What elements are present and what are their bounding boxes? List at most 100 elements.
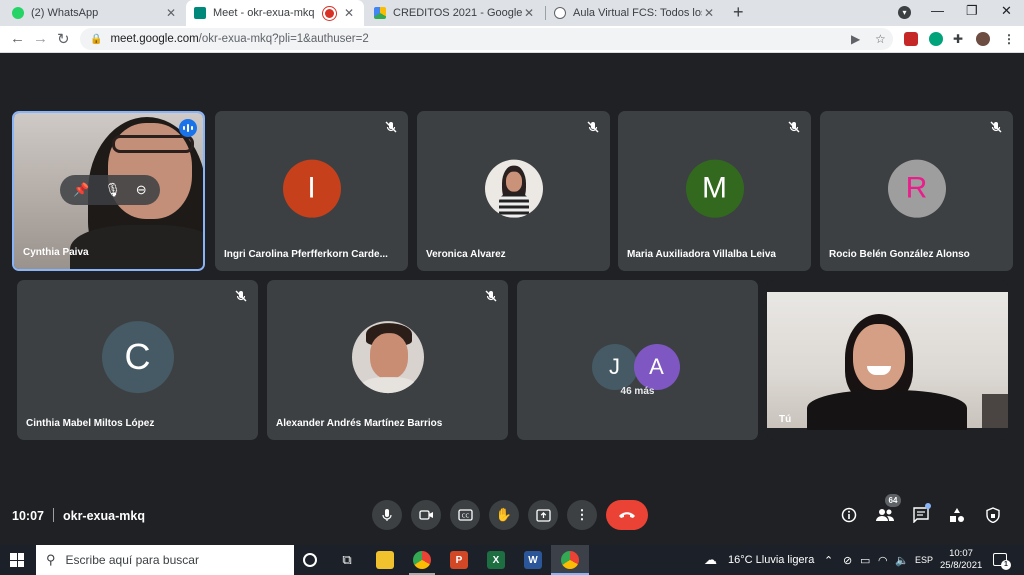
- participant-tile[interactable]: Veronica Alvarez: [417, 111, 610, 271]
- microphone-button[interactable]: [372, 500, 402, 530]
- clock-time: 10:07: [949, 548, 973, 559]
- windows-start-icon[interactable]: [10, 553, 24, 567]
- tab-whatsapp[interactable]: (2) WhatsApp ✕: [4, 0, 186, 26]
- weather-text[interactable]: 16°C Lluvia ligera: [728, 554, 814, 566]
- language-indicator[interactable]: ESP: [915, 555, 933, 565]
- whatsapp-icon: [12, 7, 24, 19]
- participant-tile[interactable]: Alexander Andrés Martínez Barrios: [267, 280, 508, 440]
- present-screen-button[interactable]: [528, 500, 558, 530]
- tab-google-drive[interactable]: CREDITOS 2021 - Google Drive ✕: [366, 0, 544, 26]
- more-participants-avatars: J A: [588, 344, 688, 392]
- participant-avatar: C: [101, 321, 174, 394]
- powerpoint-icon[interactable]: P: [450, 551, 468, 569]
- taskbar-clock[interactable]: 10:07 25/8/2021: [940, 548, 982, 572]
- participant-tile[interactable]: C Cinthia Mabel Miltos López: [17, 280, 258, 440]
- address-bar[interactable]: 🔒 meet.google.com/okr-exua-mkq?pli=1&aut…: [80, 28, 893, 50]
- chevron-up-icon[interactable]: ⌃: [824, 554, 833, 567]
- present-screen-icon: [535, 508, 551, 522]
- excel-icon[interactable]: X: [487, 551, 505, 569]
- participant-tile[interactable]: I Ingri Carolina Pferfferkorn Carde...: [215, 111, 408, 271]
- close-tab-icon[interactable]: ✕: [164, 6, 178, 20]
- mic-off-icon: [990, 121, 1002, 133]
- lock-icon[interactable]: 🔒: [90, 34, 102, 45]
- more-participants-label: 46 más: [620, 386, 655, 397]
- url-domain: meet.google.com: [110, 33, 199, 45]
- google-drive-icon: [374, 7, 386, 19]
- more-options-button[interactable]: ⋮: [567, 500, 597, 530]
- word-icon[interactable]: W: [524, 551, 542, 569]
- extension-red-icon[interactable]: [904, 32, 918, 46]
- chrome-active-icon[interactable]: [561, 551, 579, 569]
- activities-button[interactable]: [947, 505, 967, 525]
- reload-icon[interactable]: ↻: [57, 30, 70, 48]
- participant-tile[interactable]: M Maria Auxiliadora Villalba Leiva: [618, 111, 811, 271]
- extension-check-icon[interactable]: [929, 32, 943, 46]
- self-view-tile[interactable]: Tú: [767, 280, 1008, 440]
- meeting-details: 10:07 okr-exua-mkq: [12, 508, 145, 523]
- profile-avatar[interactable]: [976, 32, 990, 46]
- clock-date: 25/8/2021: [940, 560, 983, 571]
- minimize-button[interactable]: —: [931, 3, 944, 18]
- new-tab-button[interactable]: +: [733, 2, 744, 23]
- wifi-icon[interactable]: ◠: [878, 554, 888, 567]
- forward-icon[interactable]: →: [33, 30, 48, 47]
- close-tab-icon[interactable]: ✕: [522, 6, 536, 20]
- pin-icon[interactable]: 📌: [73, 182, 89, 198]
- volume-icon[interactable]: 🔈: [895, 554, 909, 567]
- camera-in-use-icon[interactable]: ▶: [851, 32, 860, 46]
- self-name-label: Tú: [779, 414, 792, 425]
- taskbar-search-box[interactable]: ⚲ Escribe aquí para buscar: [36, 545, 294, 575]
- back-icon[interactable]: ←: [10, 30, 25, 47]
- battery-icon[interactable]: ▭: [860, 554, 870, 567]
- participant-tile-cynthia-paiva[interactable]: 📌 🎙 ⊖ Cynthia Paiva: [12, 111, 205, 271]
- chrome-icon[interactable]: [413, 551, 431, 569]
- shield-lock-icon: [986, 507, 1000, 523]
- extensions-puzzle-icon[interactable]: ✚: [953, 32, 963, 46]
- people-icon: [876, 509, 894, 521]
- mic-off-icon: [587, 121, 599, 133]
- meeting-time: 10:07: [12, 509, 44, 523]
- tab-meet[interactable]: Meet - okr-exua-mkq ✕: [186, 0, 364, 26]
- host-controls-button[interactable]: [983, 505, 1003, 525]
- tab-title: Aula Virtual FCS: Todos los cursos: [573, 7, 702, 19]
- meeting-info-button[interactable]: [839, 505, 859, 525]
- mic-off-icon: [385, 121, 397, 133]
- tab-search-icon[interactable]: ▾: [898, 6, 911, 19]
- camera-button[interactable]: [411, 500, 441, 530]
- meet-tray-icon[interactable]: ⊘: [843, 554, 852, 567]
- more-participants-tile[interactable]: J A 46 más: [517, 280, 758, 440]
- participant-name: Maria Auxiliadora Villalba Leiva: [627, 249, 776, 260]
- browser-toolbar: ← → ↻ 🔒 meet.google.com/okr-exua-mkq?pli…: [0, 26, 1024, 53]
- raise-hand-button[interactable]: ✋: [489, 500, 519, 530]
- close-window-button[interactable]: ✕: [1001, 3, 1012, 19]
- restore-button[interactable]: ❐: [966, 3, 978, 19]
- windows-taskbar: ⚲ Escribe aquí para buscar ⧉ P X W ☁ 16°…: [0, 545, 1024, 575]
- file-explorer-icon[interactable]: [376, 551, 394, 569]
- tab-title: CREDITOS 2021 - Google Drive: [393, 7, 522, 19]
- participant-tile[interactable]: R Rocio Belén González Alonso: [820, 111, 1013, 271]
- microphone-icon: [382, 509, 392, 521]
- task-view-icon[interactable]: ⧉: [338, 551, 356, 569]
- notification-count: 1: [1001, 560, 1011, 570]
- notifications-icon[interactable]: 1: [993, 553, 1011, 570]
- participants-button[interactable]: [875, 505, 895, 525]
- participant-photo: [351, 321, 424, 394]
- mute-participant-icon[interactable]: 🎙: [104, 182, 121, 198]
- cortana-icon[interactable]: [303, 553, 317, 567]
- closed-captions-icon: CC: [457, 509, 473, 521]
- close-tab-icon[interactable]: ✕: [342, 6, 356, 20]
- cloud-rain-icon[interactable]: ☁: [704, 552, 717, 568]
- remove-icon[interactable]: ⊖: [136, 182, 147, 198]
- participant-name: Veronica Alvarez: [426, 249, 506, 260]
- bookmark-star-icon[interactable]: ☆: [875, 32, 886, 46]
- close-tab-icon[interactable]: ✕: [702, 6, 716, 20]
- participant-name: Cinthia Mabel Miltos López: [26, 418, 155, 429]
- url-path: /okr-exua-mkq?pli=1&authuser=2: [198, 33, 369, 45]
- chrome-menu-icon[interactable]: ⋮: [1003, 32, 1015, 46]
- participant-name: Cynthia Paiva: [23, 247, 89, 258]
- meeting-code: okr-exua-mkq: [62, 509, 145, 523]
- tab-aula-virtual[interactable]: Aula Virtual FCS: Todos los cursos ✕: [546, 0, 724, 26]
- participant-avatar: I: [282, 159, 341, 218]
- captions-button[interactable]: CC: [450, 500, 480, 530]
- leave-call-button[interactable]: [606, 500, 648, 530]
